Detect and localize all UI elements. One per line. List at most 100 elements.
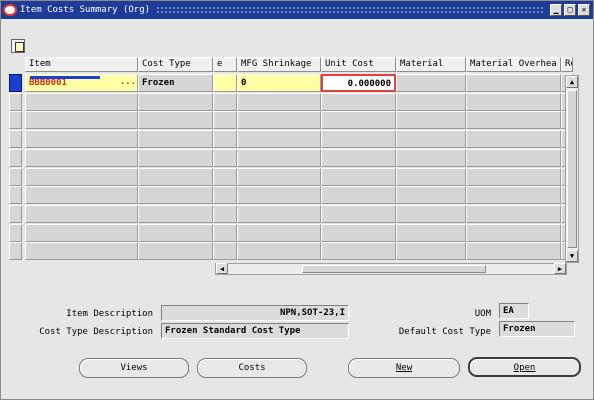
vertical-scroll-thumb[interactable] bbox=[567, 90, 577, 248]
cell-mfg-shrinkage[interactable] bbox=[237, 93, 321, 111]
row-selector[interactable] bbox=[9, 149, 22, 167]
cell-cost-type[interactable] bbox=[138, 149, 213, 167]
cell-material-overhead[interactable] bbox=[466, 168, 561, 186]
cell-partial[interactable] bbox=[213, 74, 237, 92]
cell-material[interactable] bbox=[396, 130, 466, 148]
scroll-left-icon[interactable]: ◀ bbox=[216, 263, 228, 274]
new-button[interactable]: New bbox=[348, 358, 460, 378]
cell-item[interactable]: BBB0001... bbox=[25, 74, 138, 92]
cell-mfg-shrinkage[interactable] bbox=[237, 224, 321, 242]
cell-unit-cost[interactable] bbox=[321, 130, 396, 148]
row-selector[interactable] bbox=[9, 74, 22, 92]
cell-cost-type[interactable] bbox=[138, 168, 213, 186]
cell-unit-cost[interactable] bbox=[321, 205, 396, 223]
cell-item[interactable] bbox=[25, 130, 138, 148]
cell-unit-cost[interactable] bbox=[321, 149, 396, 167]
cell-partial[interactable] bbox=[213, 168, 237, 186]
row-selector[interactable] bbox=[9, 93, 22, 111]
cell-material[interactable] bbox=[396, 186, 466, 204]
cell-material-overhead[interactable] bbox=[466, 205, 561, 223]
cell-material[interactable] bbox=[396, 205, 466, 223]
costs-button[interactable]: Costs bbox=[197, 358, 307, 378]
row-selector[interactable] bbox=[9, 242, 22, 260]
cell-unit-cost[interactable] bbox=[321, 168, 396, 186]
cell-partial[interactable] bbox=[213, 224, 237, 242]
cell-item[interactable] bbox=[25, 205, 138, 223]
row-selector[interactable] bbox=[9, 130, 22, 148]
cell-material-overhead[interactable] bbox=[466, 130, 561, 148]
cell-item[interactable] bbox=[25, 186, 138, 204]
open-button[interactable]: Open bbox=[468, 357, 581, 377]
cell-mfg-shrinkage[interactable] bbox=[237, 186, 321, 204]
cell-cost-type[interactable] bbox=[138, 186, 213, 204]
row-selector[interactable] bbox=[9, 168, 22, 186]
cell-cost-type[interactable] bbox=[138, 224, 213, 242]
cell-cost-type[interactable]: Frozen bbox=[138, 74, 213, 92]
cell-partial[interactable] bbox=[213, 93, 237, 111]
cell-item[interactable] bbox=[25, 149, 138, 167]
cell-partial[interactable] bbox=[213, 130, 237, 148]
folder-edit-icon[interactable] bbox=[11, 39, 25, 53]
horizontal-scrollbar[interactable]: ◀ ▶ bbox=[215, 263, 567, 275]
cell-partial[interactable] bbox=[213, 149, 237, 167]
cell-cost-type[interactable] bbox=[138, 242, 213, 260]
list-of-values-button[interactable]: ... bbox=[120, 75, 136, 89]
cell-material[interactable] bbox=[396, 111, 466, 129]
cell-mfg-shrinkage[interactable] bbox=[237, 111, 321, 129]
cell-cost-type[interactable] bbox=[138, 130, 213, 148]
cell-material-overhead[interactable] bbox=[466, 93, 561, 111]
cell-partial[interactable] bbox=[213, 205, 237, 223]
cell-mfg-shrinkage[interactable] bbox=[237, 242, 321, 260]
scroll-down-icon[interactable]: ▼ bbox=[566, 250, 578, 262]
cell-mfg-shrinkage[interactable]: 0 bbox=[237, 74, 321, 92]
cell-unit-cost[interactable] bbox=[321, 224, 396, 242]
cell-unit-cost[interactable]: 0.000000 bbox=[321, 74, 396, 92]
views-button[interactable]: Views bbox=[79, 358, 189, 378]
minimize-icon[interactable]: ▁ bbox=[550, 4, 562, 16]
cell-item[interactable] bbox=[25, 242, 138, 260]
close-icon[interactable]: ✕ bbox=[578, 4, 590, 16]
cell-material[interactable] bbox=[396, 224, 466, 242]
cell-unit-cost[interactable] bbox=[321, 93, 396, 111]
cell-mfg-shrinkage[interactable] bbox=[237, 168, 321, 186]
row-selector[interactable] bbox=[9, 186, 22, 204]
cell-material[interactable] bbox=[396, 74, 466, 92]
cell-material-overhead[interactable] bbox=[466, 186, 561, 204]
cell-material-overhead[interactable] bbox=[466, 74, 561, 92]
maximize-icon[interactable]: □ bbox=[564, 4, 576, 16]
cell-unit-cost[interactable] bbox=[321, 186, 396, 204]
cell-mfg-shrinkage[interactable] bbox=[237, 130, 321, 148]
cell-material-overhead[interactable] bbox=[466, 111, 561, 129]
cell-cost-type[interactable] bbox=[138, 93, 213, 111]
cell-mfg-shrinkage[interactable] bbox=[237, 205, 321, 223]
cell-material-overhead[interactable] bbox=[466, 224, 561, 242]
cell-item[interactable] bbox=[25, 224, 138, 242]
cell-mfg-shrinkage[interactable] bbox=[237, 149, 321, 167]
cell-unit-cost[interactable] bbox=[321, 242, 396, 260]
cell-cost-type[interactable] bbox=[138, 205, 213, 223]
item-description-field[interactable]: NPN,SOT-23,I bbox=[161, 305, 349, 321]
cell-cost-type[interactable] bbox=[138, 111, 213, 129]
row-selector[interactable] bbox=[9, 111, 22, 129]
cell-partial[interactable] bbox=[213, 186, 237, 204]
cell-material[interactable] bbox=[396, 242, 466, 260]
cell-material[interactable] bbox=[396, 93, 466, 111]
uom-field[interactable]: EA bbox=[499, 303, 529, 319]
cell-material[interactable] bbox=[396, 168, 466, 186]
cell-material[interactable] bbox=[396, 149, 466, 167]
horizontal-scroll-thumb[interactable] bbox=[302, 265, 486, 273]
cell-material-overhead[interactable] bbox=[466, 149, 561, 167]
cell-item[interactable] bbox=[25, 111, 138, 129]
cell-partial[interactable] bbox=[213, 242, 237, 260]
cell-item[interactable] bbox=[25, 93, 138, 111]
scroll-up-icon[interactable]: ▲ bbox=[566, 76, 578, 88]
row-selector[interactable] bbox=[9, 224, 22, 242]
cost-type-description-field[interactable]: Frozen Standard Cost Type bbox=[161, 323, 349, 339]
cell-item[interactable] bbox=[25, 168, 138, 186]
cell-partial[interactable] bbox=[213, 111, 237, 129]
default-cost-type-field[interactable]: Frozen bbox=[499, 321, 575, 337]
cell-material-overhead[interactable] bbox=[466, 242, 561, 260]
scroll-right-icon[interactable]: ▶ bbox=[554, 263, 566, 274]
vertical-scrollbar[interactable]: ▲ ▼ bbox=[565, 75, 579, 263]
cell-unit-cost[interactable] bbox=[321, 111, 396, 129]
